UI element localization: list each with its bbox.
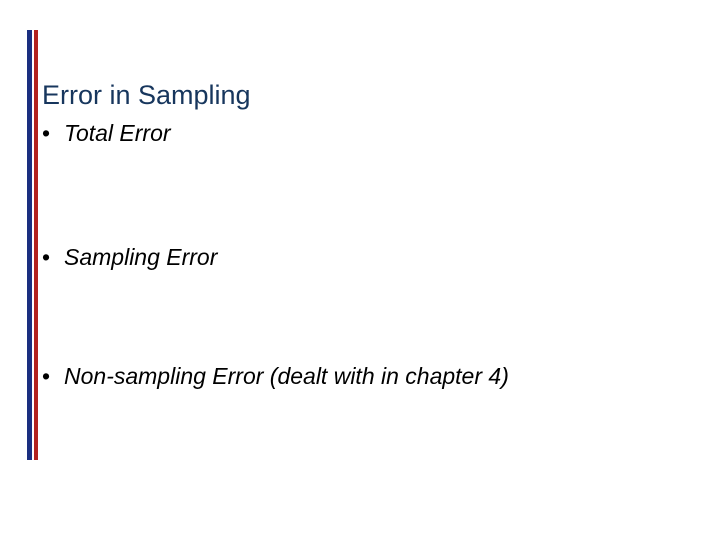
accent-bar-blue bbox=[27, 30, 32, 460]
slide: Error in Sampling •Total Error •Sampling… bbox=[0, 0, 720, 540]
accent-bar-red bbox=[34, 30, 38, 460]
bullet-icon: • bbox=[42, 244, 64, 272]
slide-body: •Total Error •Sampling Error •Non-sampli… bbox=[42, 120, 682, 391]
bullet-icon: • bbox=[42, 363, 64, 391]
bullet-item: •Total Error bbox=[42, 120, 682, 148]
bullet-item: •Sampling Error bbox=[42, 244, 682, 272]
bullet-item: •Non-sampling Error (dealt with in chapt… bbox=[42, 363, 682, 391]
bullet-text: Sampling Error bbox=[64, 244, 217, 270]
bullet-text: Total Error bbox=[64, 120, 171, 146]
bullet-icon: • bbox=[42, 120, 64, 148]
bullet-text: Non-sampling Error (dealt with in chapte… bbox=[64, 363, 509, 389]
slide-title: Error in Sampling bbox=[42, 80, 251, 111]
